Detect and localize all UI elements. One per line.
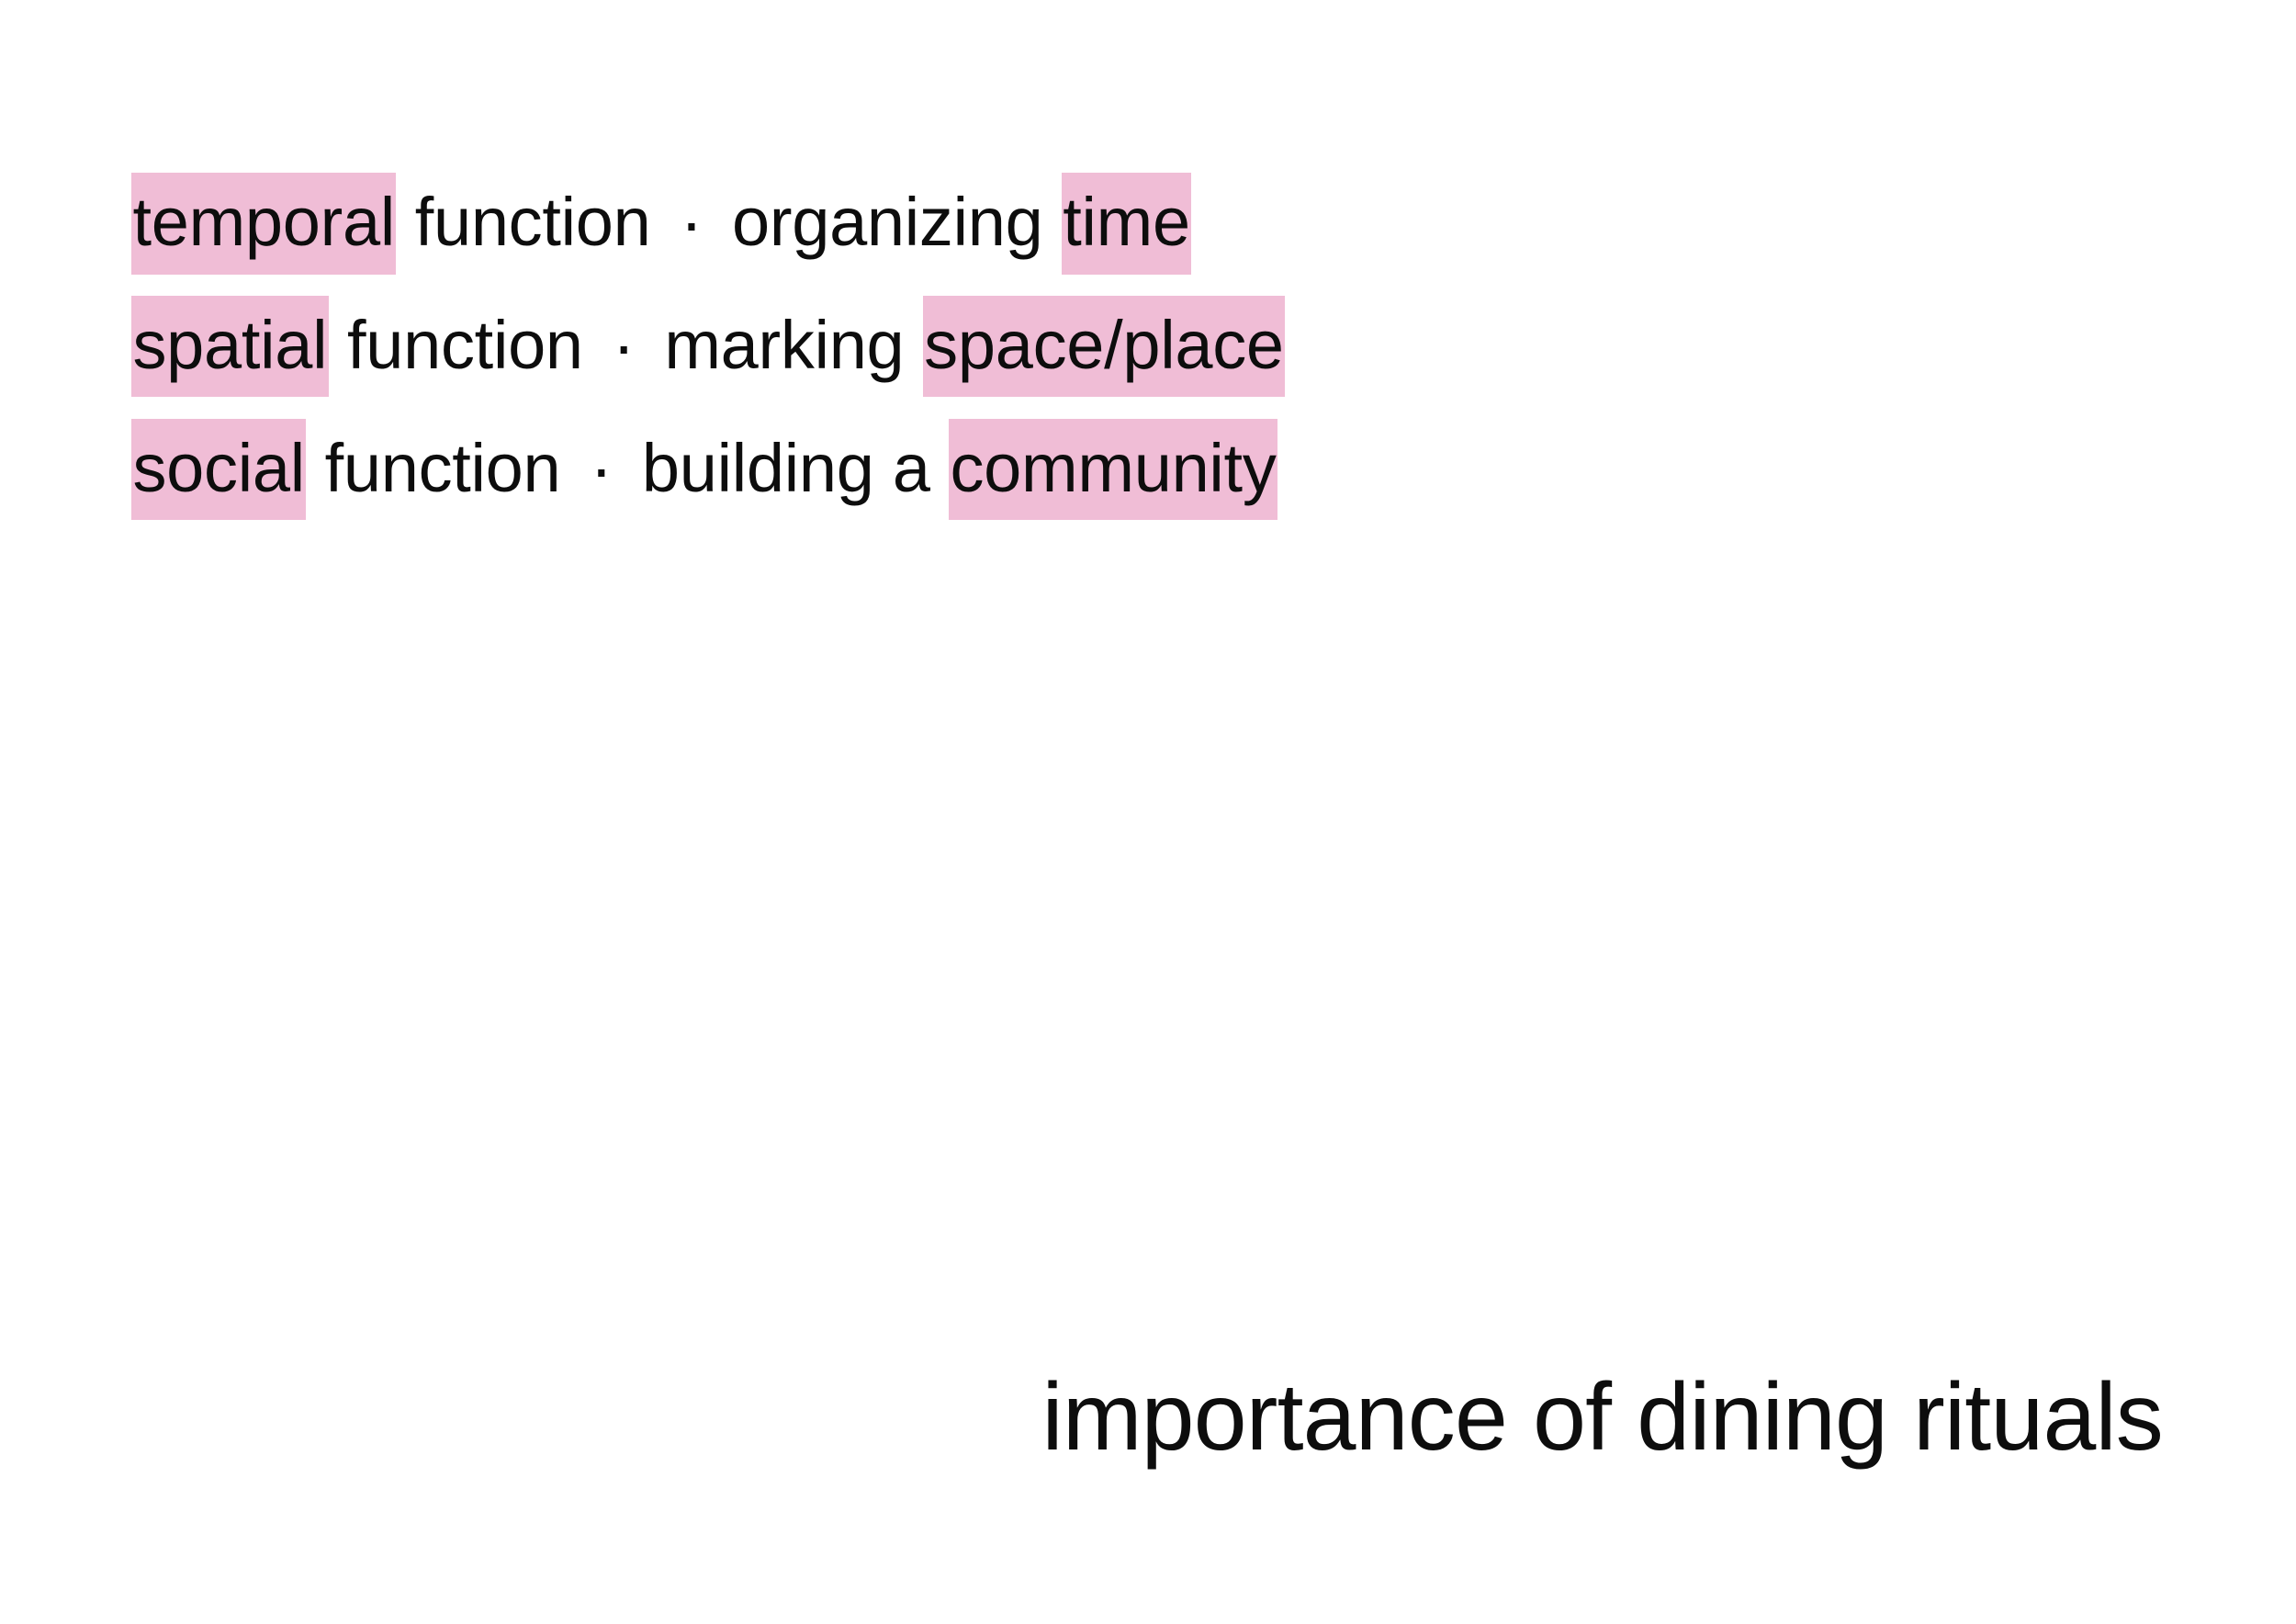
bullet-tail-spatial: marking: [646, 306, 923, 383]
page-title: importance of dining rituals: [1041, 1363, 2164, 1471]
list-item: spatial function · marking space/place: [131, 295, 1286, 398]
highlight-spatial: spatial: [131, 295, 329, 398]
highlight-community: community: [949, 418, 1277, 521]
bullet-tail-temporal: organizing: [713, 184, 1062, 260]
bullet-middle-spatial: function: [328, 306, 602, 383]
list-item: temporal function · organizing time: [131, 173, 1192, 275]
bullet-middle-social: function: [306, 429, 580, 506]
highlight-space-place: space/place: [922, 295, 1286, 398]
separator-dot-icon: ·: [590, 429, 613, 506]
highlight-social: social: [131, 418, 307, 521]
highlight-temporal: temporal: [131, 173, 397, 275]
bullet-tail-social: building a: [623, 429, 949, 506]
bullet-list: temporal function · organizing time spat…: [131, 173, 1286, 521]
separator-dot-icon: ·: [612, 306, 636, 383]
highlight-time: time: [1061, 173, 1192, 275]
bullet-middle-temporal: function: [396, 184, 670, 260]
separator-dot-icon: ·: [680, 184, 703, 260]
list-item: social function · building a community: [131, 418, 1277, 521]
presentation-slide: temporal function · organizing time spat…: [0, 0, 2296, 1624]
